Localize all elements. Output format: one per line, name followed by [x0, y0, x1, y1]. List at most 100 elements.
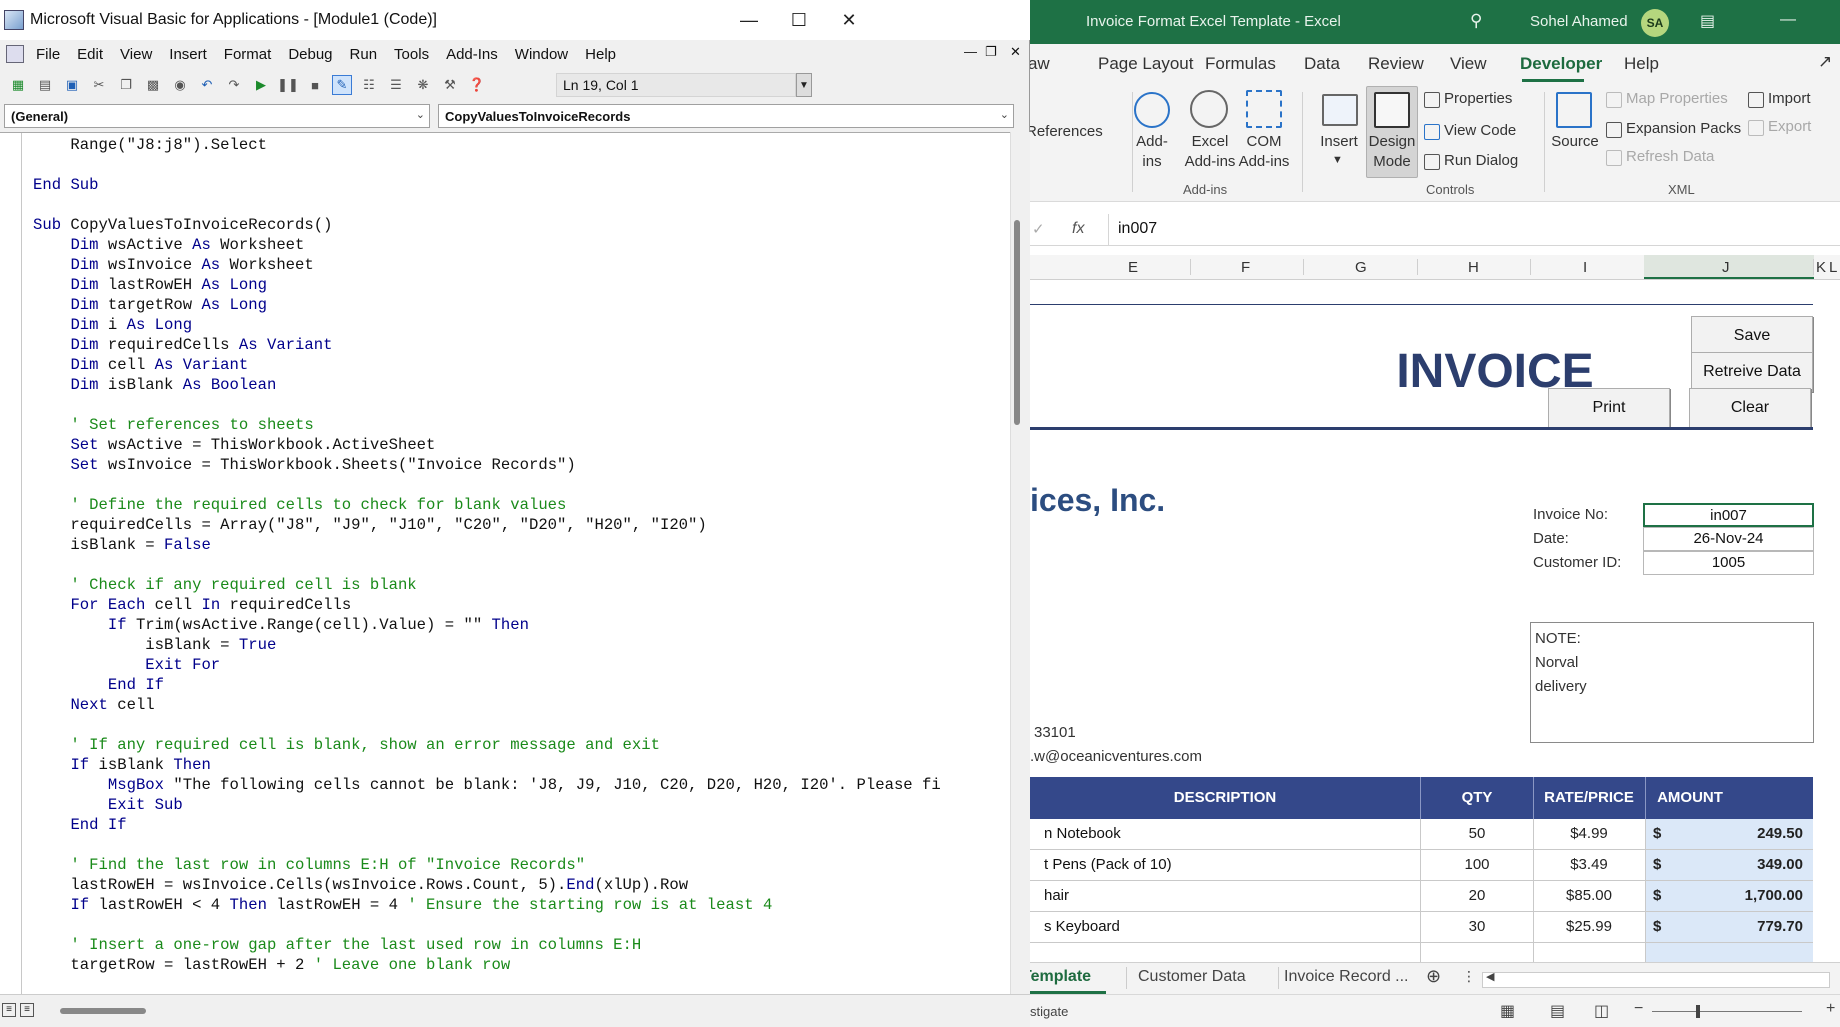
properties-window-icon[interactable]: ☰	[386, 75, 406, 95]
menu-view[interactable]: View	[120, 46, 152, 63]
zoom-in-icon[interactable]: +	[1826, 1000, 1835, 1018]
menu-help[interactable]: Help	[585, 46, 616, 63]
tab-help[interactable]: Help	[1624, 54, 1659, 74]
code-line[interactable]: End If	[33, 675, 1003, 695]
code-line[interactable]: Dim isBlank As Boolean	[33, 375, 1003, 395]
code-pane[interactable]: Range("J8:j8").Select End Sub Sub CopyVa…	[0, 132, 1010, 995]
more-options-icon[interactable]: ⋮	[1462, 968, 1476, 985]
code-line[interactable]: requiredCells = Array("J8", "J9", "J10",…	[33, 515, 1003, 535]
paste-icon[interactable]: ▩	[143, 75, 163, 95]
menu-insert[interactable]: Insert	[169, 46, 207, 63]
expansion-packs-button[interactable]: Expansion Packs	[1626, 119, 1741, 139]
map-properties-button[interactable]: Map Properties	[1626, 89, 1728, 109]
column-header-f[interactable]: F	[1241, 259, 1250, 276]
page-layout-view-icon[interactable]: ▤	[1550, 1001, 1565, 1021]
code-line[interactable]: Dim lastRowEH As Long	[33, 275, 1003, 295]
code-line[interactable]: Set wsActive = ThisWorkbook.ActiveSheet	[33, 435, 1003, 455]
tab-formulas[interactable]: Formulas	[1205, 54, 1276, 74]
column-header-i[interactable]: I	[1583, 259, 1587, 276]
code-line[interactable]: Dim wsActive As Worksheet	[33, 235, 1003, 255]
code-line[interactable]: Dim requiredCells As Variant	[33, 335, 1003, 355]
invoice-no-cell[interactable]: in007	[1643, 503, 1814, 527]
column-header-h[interactable]: H	[1468, 259, 1479, 276]
menu-file[interactable]: File	[36, 46, 60, 63]
insert-function-icon[interactable]: fx	[1072, 220, 1084, 238]
close-button[interactable]: ✕	[820, 0, 878, 40]
search-icon[interactable]: ⚲	[1470, 11, 1482, 31]
code-line[interactable]: Next cell	[33, 695, 1003, 715]
tab-data[interactable]: Data	[1304, 54, 1340, 74]
code-line[interactable]	[33, 715, 1003, 735]
reset-icon[interactable]: ■	[305, 75, 325, 95]
undo-icon[interactable]: ↶	[197, 75, 217, 95]
code-line[interactable]	[33, 915, 1003, 935]
code-line[interactable]: isBlank = False	[33, 535, 1003, 555]
code-line[interactable]: Exit For	[33, 655, 1003, 675]
worksheet[interactable]: Save Retreive Data Print Clear INVOICE i…	[1030, 282, 1840, 962]
code-line[interactable]: End Sub	[33, 175, 1003, 195]
email[interactable]: .w@oceanicventures.com	[1030, 748, 1202, 765]
toolbar-options-icon[interactable]: ▼	[796, 73, 812, 97]
menu-run[interactable]: Run	[350, 46, 378, 63]
inner-close-icon[interactable]: ✕	[1010, 44, 1021, 60]
column-header-k[interactable]: K	[1816, 259, 1826, 276]
view-excel-icon[interactable]: ▦	[8, 75, 28, 95]
run-icon[interactable]: ▶	[251, 75, 271, 95]
excel-minimize-button[interactable]: —	[1780, 11, 1796, 29]
module-icon[interactable]	[6, 45, 24, 63]
date-cell[interactable]: 26-Nov-24	[1643, 527, 1814, 551]
column-header-l[interactable]: L	[1829, 259, 1837, 276]
customer-id-cell[interactable]: 1005	[1643, 551, 1814, 575]
code-line[interactable]	[33, 195, 1003, 215]
code-line[interactable]: If lastRowEH < 4 Then lastRowEH = 4 ' En…	[33, 895, 1003, 915]
export-button[interactable]: Export	[1768, 117, 1811, 137]
code-line[interactable]	[33, 555, 1003, 575]
code-line[interactable]: If Trim(wsActive.Range(cell).Value) = ""…	[33, 615, 1003, 635]
view-code-button[interactable]: View Code	[1444, 121, 1516, 141]
code-line[interactable]: ' Find the last row in columns E:H of "I…	[33, 855, 1003, 875]
code-line[interactable]: Exit Sub	[33, 795, 1003, 815]
procedure-view-icon[interactable]: ≡	[2, 1003, 16, 1017]
project-explorer-icon[interactable]: ☷	[359, 75, 379, 95]
code-line[interactable]	[33, 475, 1003, 495]
copy-icon[interactable]: ❐	[116, 75, 136, 95]
menu-format[interactable]: Format	[224, 46, 272, 63]
code-line[interactable]: ' Insert a one-row gap after the last us…	[33, 935, 1003, 955]
column-header-g[interactable]: G	[1355, 259, 1367, 276]
addins-button[interactable]: Add- ins	[1130, 132, 1174, 172]
tab-page-layout[interactable]: Page Layout	[1098, 54, 1193, 74]
code-line[interactable]: Sub CopyValuesToInvoiceRecords()	[33, 215, 1003, 235]
note-box[interactable]: NOTE: Norval delivery	[1530, 622, 1814, 743]
tab-developer[interactable]: Developer	[1520, 54, 1602, 74]
table-row[interactable]: t Pens (Pack of 10) 100 $3.49 $ 349.00	[1030, 850, 1813, 881]
code-line[interactable]	[33, 155, 1003, 175]
menu-edit[interactable]: Edit	[77, 46, 103, 63]
code-line[interactable]: For Each cell In requiredCells	[33, 595, 1003, 615]
code-line[interactable]: ' Set references to sheets	[33, 415, 1003, 435]
procedure-combo[interactable]: CopyValuesToInvoiceRecords ⌄	[438, 104, 1014, 128]
code-vertical-scrollbar[interactable]	[1010, 132, 1030, 994]
save-icon[interactable]: ▣	[62, 75, 82, 95]
inner-restore-icon[interactable]: ❐	[985, 44, 997, 60]
code-horizontal-scrollbar[interactable]: ≡ ≡	[0, 994, 1030, 1027]
code-line[interactable]: lastRowEH = wsInvoice.Cells(wsInvoice.Ro…	[33, 875, 1003, 895]
code-line[interactable]	[33, 395, 1003, 415]
help-icon[interactable]: ❓	[467, 75, 487, 95]
redo-icon[interactable]: ↷	[224, 75, 244, 95]
full-module-view-icon[interactable]: ≡	[20, 1003, 34, 1017]
scroll-thumb[interactable]	[1014, 220, 1020, 425]
menu-window[interactable]: Window	[515, 46, 568, 63]
object-browser-icon[interactable]: ❋	[413, 75, 433, 95]
code-line[interactable]: isBlank = True	[33, 635, 1003, 655]
tab-review[interactable]: Review	[1368, 54, 1424, 74]
table-row[interactable]: hair 20 $85.00 $ 1,700.00	[1030, 881, 1813, 912]
share-icon[interactable]: ↗	[1818, 52, 1832, 72]
code-line[interactable]: End If	[33, 815, 1003, 835]
object-combo[interactable]: (General) ⌄	[4, 104, 430, 128]
com-addins-button[interactable]: COM Add-ins	[1234, 132, 1294, 172]
properties-button[interactable]: Properties	[1444, 89, 1512, 109]
code-gutter[interactable]	[0, 133, 22, 995]
menu-addins[interactable]: Add-Ins	[446, 46, 498, 63]
break-icon[interactable]: ❚❚	[277, 75, 299, 95]
hscroll-thumb[interactable]	[60, 1008, 146, 1014]
